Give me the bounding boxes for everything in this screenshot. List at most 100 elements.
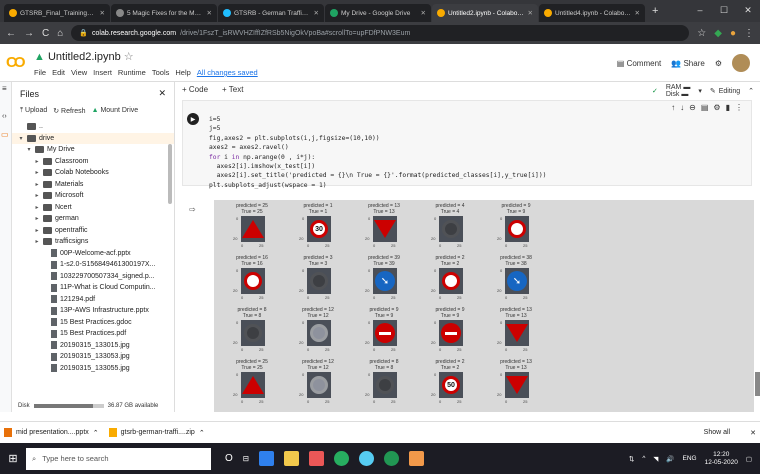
download-item-zip[interactable]: gtsrb-german-traffi....zip ⌃ <box>108 428 205 437</box>
cortana-icon[interactable]: O <box>225 453 233 464</box>
reload-icon[interactable]: C <box>42 28 49 39</box>
forward-icon[interactable]: → <box>24 28 34 39</box>
tree-file-item[interactable]: 20190315_133053.jpg <box>12 351 174 363</box>
profile-icon[interactable]: ● <box>730 28 736 39</box>
tree-folder-item[interactable]: ▸ opentraffic <box>12 225 174 237</box>
tab-close-icon[interactable]: ✕ <box>528 9 533 17</box>
tree-file-item[interactable]: 20190315_133015.jpg <box>12 340 174 352</box>
expand-caret-icon[interactable]: ▾ <box>18 135 24 142</box>
code-snippets-icon[interactable]: ‹› <box>0 95 11 120</box>
browser-tab[interactable]: GTSRB_Final_Training_Images✕ <box>4 4 110 22</box>
run-cell-button[interactable]: ▶ <box>187 113 199 125</box>
expand-caret-icon[interactable]: ▾ <box>26 146 32 153</box>
add-code-button[interactable]: + Code <box>182 85 208 94</box>
tree-file-item[interactable]: 11P-What is Cloud Computin... <box>12 282 174 294</box>
close-downloads-icon[interactable]: ✕ <box>750 429 756 437</box>
tree-folder-item[interactable]: ▸ Materials <box>12 179 174 191</box>
code-cell[interactable]: ▶ ↑ ↓ ⊖ ▤ ⚙ ▮ ⋮ i=5 j=5 fig,axes2 = plt.su… <box>182 100 752 189</box>
tree-folder-item[interactable]: ▸ trafficsigns <box>12 236 174 248</box>
tree-file-item[interactable]: 1-s2.0-S156849461300197X... <box>12 259 174 271</box>
explorer-icon[interactable] <box>284 451 300 466</box>
menu-help[interactable]: Help <box>175 68 190 77</box>
menu-file[interactable]: File <box>34 68 46 77</box>
editing-mode-button[interactable]: ✎ Editing <box>710 87 740 96</box>
show-all-button[interactable]: Show all <box>704 429 730 436</box>
close-panel-icon[interactable]: ✕ <box>158 88 166 99</box>
runtime-dropdown-icon[interactable]: ▾ <box>698 87 702 95</box>
move-up-icon[interactable]: ↑ <box>671 103 675 112</box>
toc-icon[interactable]: ≡ <box>0 82 11 95</box>
tree-folder-item[interactable]: ▸ Classroom <box>12 156 174 168</box>
network-speed-icon[interactable]: ⇅ <box>629 455 634 463</box>
volume-icon[interactable]: 🔊 <box>666 455 674 463</box>
tree-file-item[interactable]: 00P-Welcome-acf.pptx <box>12 248 174 260</box>
menu-insert[interactable]: Insert <box>93 68 112 77</box>
tree-folder-item[interactable]: ▾ drive <box>12 132 174 144</box>
expand-caret-icon[interactable]: ▸ <box>34 227 40 234</box>
expand-caret-icon[interactable]: ▸ <box>34 204 40 211</box>
tree-file-item[interactable]: 13P-AWS Infrastructure.pptx <box>12 305 174 317</box>
notebook-title-text[interactable]: Untitled2.ipynb <box>48 51 121 63</box>
delete-cell-icon[interactable]: ▮ <box>726 103 730 112</box>
close-window-icon[interactable]: ✕ <box>736 0 760 20</box>
saved-status[interactable]: All changes saved <box>197 68 258 77</box>
expand-caret-icon[interactable]: ▸ <box>34 181 40 188</box>
menu-edit[interactable]: Edit <box>52 68 65 77</box>
refresh-button[interactable]: ↻ Refresh <box>53 107 85 115</box>
windows-start-icon[interactable]: ⊞ <box>0 452 26 465</box>
notebook-title[interactable]: ▲ Untitled2.ipynb ☆ <box>34 50 134 63</box>
menu-tools[interactable]: Tools <box>152 68 170 77</box>
tab-close-icon[interactable]: ✕ <box>421 9 426 17</box>
language-indicator[interactable]: ENG <box>683 455 697 462</box>
tray-chevron-icon[interactable]: ^ <box>642 455 645 462</box>
tree-file-item[interactable]: 15 Best Practices.pdf <box>12 328 174 340</box>
new-tab-button[interactable]: + <box>646 5 664 17</box>
bookmark-star-icon[interactable]: ☆ <box>697 28 706 39</box>
tree-file-item[interactable]: 15 Best Practices.gdoc <box>12 317 174 329</box>
output-toggle-icon[interactable]: ⇨ <box>189 205 196 214</box>
code-editor[interactable]: i=5 j=5 fig,axes2 = plt.subplots(i,j,figsi… <box>209 115 546 190</box>
tree-folder-item[interactable]: ▾ My Drive <box>12 144 174 156</box>
tab-close-icon[interactable]: ✕ <box>635 9 640 17</box>
files-folder-icon[interactable]: ▭ <box>0 120 11 139</box>
tree-folder-item[interactable]: ▸ Colab Notebooks <box>12 167 174 179</box>
tab-close-icon[interactable]: ✕ <box>207 9 212 17</box>
collapse-header-icon[interactable]: ⌃ <box>748 87 754 95</box>
browser-tab[interactable]: Untitled2.ipynb - Colaborator ✕ <box>432 4 538 22</box>
share-button[interactable]: 👥 Share <box>671 59 705 68</box>
tree-file-item[interactable]: 121294.pdf <box>12 294 174 306</box>
notifications-icon[interactable]: ▢ <box>746 455 752 463</box>
colab-logo[interactable]: CO <box>6 54 25 71</box>
link-icon[interactable]: ⊖ <box>689 103 696 112</box>
app-icon[interactable] <box>359 451 375 466</box>
taskbar-search[interactable]: ⌕ Type here to search <box>26 447 211 470</box>
tree-file-item[interactable]: 103229700507334_signed.p... <box>12 271 174 283</box>
tab-close-icon[interactable]: ✕ <box>100 9 105 17</box>
star-icon[interactable]: ☆ <box>124 51 134 63</box>
settings-gear-icon[interactable]: ⚙ <box>715 59 722 68</box>
add-text-button[interactable]: + Text <box>222 85 243 94</box>
expand-caret-icon[interactable]: ▸ <box>34 169 40 176</box>
browser-tab[interactable]: 5 Magic Fixes for the Most C ✕ <box>111 4 217 22</box>
cell-more-icon[interactable]: ⋮ <box>735 103 743 112</box>
cell-settings-icon[interactable]: ⚙ <box>713 103 720 112</box>
move-down-icon[interactable]: ↓ <box>680 103 684 112</box>
expand-caret-icon[interactable]: ▸ <box>34 192 40 199</box>
comment-cell-icon[interactable]: ▤ <box>701 103 709 112</box>
browser-tab[interactable]: My Drive - Google Drive ✕ <box>325 4 431 22</box>
app-icon[interactable] <box>259 451 275 466</box>
tree-file-item[interactable]: 20190315_133055.jpg <box>12 363 174 375</box>
minimize-icon[interactable]: – <box>688 0 712 20</box>
browser-tab[interactable]: GTSRB - German Traffic Sign✕ <box>218 4 324 22</box>
menu-runtime[interactable]: Runtime <box>118 68 146 77</box>
ram-disk-indicator[interactable]: RAM ▬ Disk ▬ <box>666 84 691 98</box>
avatar[interactable] <box>732 54 750 72</box>
expand-caret-icon[interactable]: ▸ <box>34 238 40 245</box>
home-icon[interactable]: ⌂ <box>57 28 63 39</box>
tab-close-icon[interactable]: ✕ <box>314 9 319 17</box>
expand-caret-icon[interactable]: ▸ <box>34 158 40 165</box>
comment-button[interactable]: ▤ Comment <box>617 59 661 68</box>
mount-drive-button[interactable]: ▲ Mount Drive <box>92 107 139 115</box>
tree-folder-item[interactable]: .. <box>12 121 174 133</box>
app-icon[interactable] <box>309 451 325 466</box>
